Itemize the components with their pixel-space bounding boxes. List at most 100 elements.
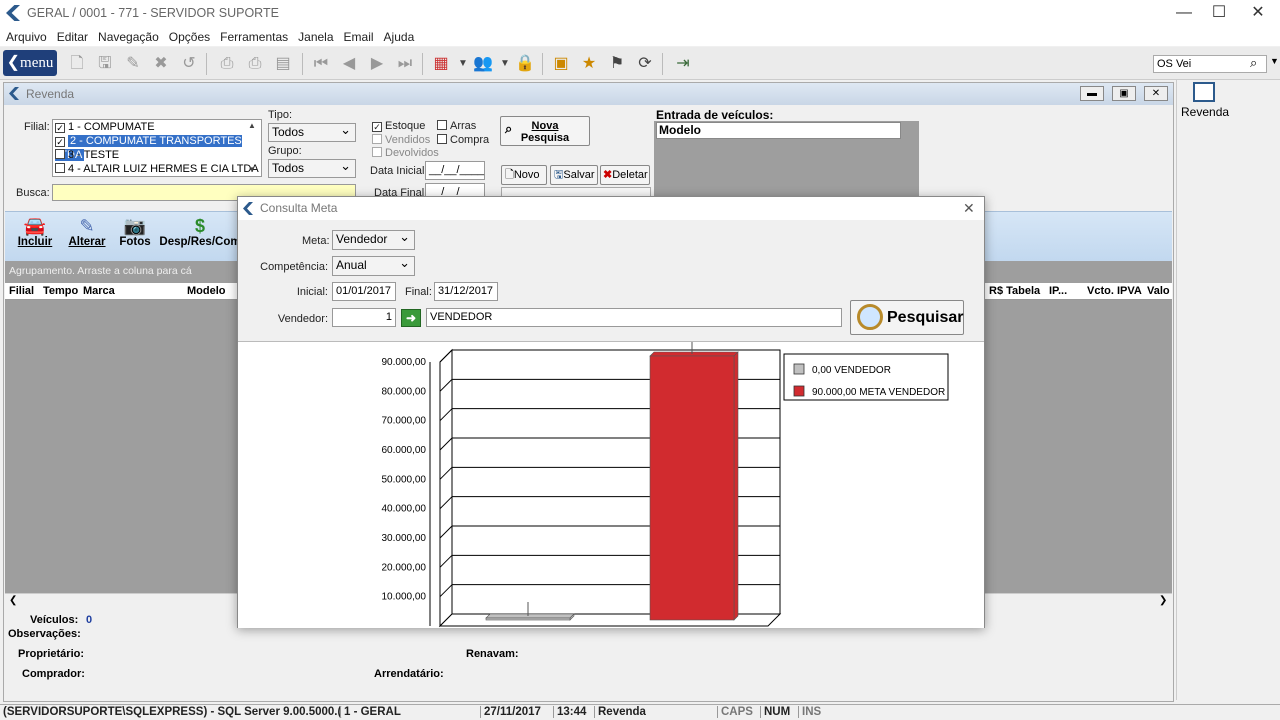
close-icon[interactable]: ✕ (1144, 86, 1168, 101)
first-record-icon[interactable]: ⏮ (310, 53, 332, 75)
scroll-up-icon[interactable]: ▲ (248, 121, 256, 130)
scroll-left-icon[interactable]: ❮ (9, 595, 17, 606)
data-inicial-field[interactable]: __/__/____ (425, 161, 485, 180)
estoque-checkbox[interactable]: ✓ Estoque (372, 120, 425, 132)
column-rs-tabela[interactable]: R$ Tabela (989, 285, 1040, 297)
vendedor-name-field: VENDEDOR (426, 308, 842, 327)
menu-button[interactable]: ❮menu (3, 50, 57, 76)
minimize-icon[interactable]: ▬ (1080, 86, 1104, 101)
nova-pesquisa-button[interactable]: ⌕ Nova Pesquisa (500, 116, 590, 146)
favorite-icon[interactable]: ★ (578, 53, 600, 75)
chevron-down-icon[interactable]: ▼ (1270, 56, 1279, 66)
report-icon[interactable]: ▤ (272, 53, 294, 75)
entrada-label: Entrada de veículos: (656, 108, 774, 122)
inicial-value: 01/01/2017 (336, 285, 392, 297)
next-record-icon[interactable]: ▶ (366, 53, 388, 75)
vendidos-checkbox[interactable]: Vendidos (372, 134, 430, 146)
vendedor-code-field[interactable]: 1 (332, 308, 396, 327)
filial-list[interactable]: ✓ 1 - COMPUMATE ✓ 2 - COMPUMATE TRANSPORTE… (52, 119, 262, 177)
minimize-icon[interactable]: — (1170, 2, 1198, 24)
data-final-field[interactable]: __/__/ (425, 183, 485, 198)
bar-top (649, 351, 739, 357)
scroll-down-icon[interactable]: ▼ (248, 165, 256, 174)
grupo-select[interactable]: Todos (268, 157, 356, 178)
right-panel-label[interactable]: Revenda (1181, 105, 1229, 119)
incluir-button[interactable]: 🚘 Incluir (17, 216, 53, 248)
final-field[interactable]: 31/12/2017 (434, 282, 498, 301)
checkbox[interactable]: ✓ (55, 137, 65, 147)
chevron-down-icon[interactable]: ▼ (494, 53, 516, 75)
list-item[interactable]: 3 - TESTE (53, 148, 261, 162)
meta-chart: 10.000,00 20.000,00 30.000,00 40.000,00 50.0… (382, 340, 949, 628)
arras-checkbox[interactable]: Arras (437, 120, 476, 132)
menu-arquivo[interactable]: Arquivo (6, 30, 47, 44)
print-icon[interactable]: ⎙ (244, 53, 266, 75)
chevron-down-icon[interactable]: ▼ (452, 53, 474, 75)
column-valor[interactable]: Valo (1147, 285, 1170, 297)
list-item[interactable]: ✓ 1 - COMPUMATE (53, 120, 261, 134)
column-ipva[interactable]: IP... (1049, 285, 1067, 297)
column-modelo[interactable]: Modelo (187, 285, 226, 297)
menu-opcoes[interactable]: Opções (169, 30, 210, 44)
lock-icon[interactable]: 🔒 (514, 53, 536, 75)
window-icon[interactable]: ▣ (550, 53, 572, 75)
inicial-field[interactable]: 01/01/2017 (332, 282, 396, 301)
compra-checkbox[interactable]: Compra (437, 134, 489, 146)
maximize-icon[interactable]: ☐ (1205, 2, 1233, 24)
checkbox[interactable] (55, 163, 65, 173)
salvar-button[interactable]: 🖫Salvar (550, 165, 598, 185)
meta-select[interactable]: Vendedor (332, 228, 415, 250)
exit-icon[interactable]: ⇥ (672, 53, 694, 75)
list-item[interactable]: ✓ 2 - COMPUMATE TRANSPORTES LTDA (53, 134, 261, 161)
group-hint: Agrupamento. Arraste a coluna para cá (9, 265, 192, 277)
alterar-button[interactable]: ✎ Alterar (67, 216, 107, 248)
column-tempo[interactable]: Tempo (43, 285, 78, 297)
checkbox[interactable]: ✓ (372, 122, 382, 132)
competencia-select[interactable]: Anual (332, 254, 415, 276)
column-marca[interactable]: Marca (83, 285, 115, 297)
checkbox[interactable] (372, 134, 382, 144)
last-record-icon[interactable]: ⏭ (394, 53, 416, 75)
menu-editar[interactable]: Editar (57, 30, 88, 44)
novo-button[interactable]: 🗋Novo (501, 165, 547, 185)
checkbox[interactable] (55, 149, 65, 159)
go-arrow-icon[interactable]: ➜ (401, 309, 421, 327)
menu-email[interactable]: Email (344, 30, 374, 44)
new-doc-icon[interactable]: 🗋 (66, 53, 88, 75)
delete-icon[interactable]: ✖ (150, 53, 172, 75)
scroll-right-icon[interactable]: ❯ (1159, 595, 1167, 606)
revenda-window-icon[interactable] (1193, 82, 1215, 102)
users-icon[interactable]: 👥 (472, 53, 494, 75)
prev-record-icon[interactable]: ◀ (338, 53, 360, 75)
menu-ajuda[interactable]: Ajuda (384, 30, 415, 44)
edit-icon[interactable]: ✎ (122, 53, 144, 75)
pesquisar-button[interactable]: Pesquisar (850, 300, 964, 335)
fotos-button[interactable]: 📷 Fotos (119, 216, 151, 248)
menu-ferramentas[interactable]: Ferramentas (220, 30, 288, 44)
column-vcto-ipva[interactable]: Vcto. IPVA (1087, 285, 1142, 297)
list-item[interactable]: 4 - ALTAIR LUIZ HERMES E CIA LTDA (53, 162, 261, 176)
tipo-select[interactable]: Todos (268, 121, 356, 142)
calendar-icon[interactable]: ▦ (430, 53, 452, 75)
flag-icon[interactable]: ⚑ (606, 53, 628, 75)
save-icon[interactable]: 🖫 (94, 53, 116, 75)
checkbox[interactable] (437, 134, 447, 144)
deletar-button[interactable]: ✖Deletar (600, 165, 650, 185)
checkbox[interactable]: ✓ (55, 123, 65, 133)
checkbox[interactable] (372, 147, 382, 157)
menu-navegacao[interactable]: Navegação (98, 30, 159, 44)
search-icon[interactable]: ⌕ (1250, 55, 1257, 71)
column-filial[interactable]: Filial (9, 285, 34, 297)
modelo-header[interactable]: Modelo (656, 122, 901, 139)
devolvidos-checkbox[interactable]: Devolvidos (372, 147, 439, 159)
close-icon[interactable]: ✕ (1244, 2, 1272, 24)
close-icon[interactable]: ✕ (963, 200, 975, 217)
checkbox[interactable] (437, 120, 447, 130)
refresh-icon[interactable]: ⟳ (634, 53, 656, 75)
restore-icon[interactable]: ▣ (1112, 86, 1136, 101)
proprietario-label: Proprietário: (18, 648, 85, 660)
print-preview-icon[interactable]: ⎙ (216, 53, 238, 75)
undo-icon[interactable]: ↺ (178, 53, 200, 75)
menu-janela[interactable]: Janela (298, 30, 333, 44)
desp-res-com-button[interactable]: $ Desp/Res/Com (159, 216, 241, 248)
